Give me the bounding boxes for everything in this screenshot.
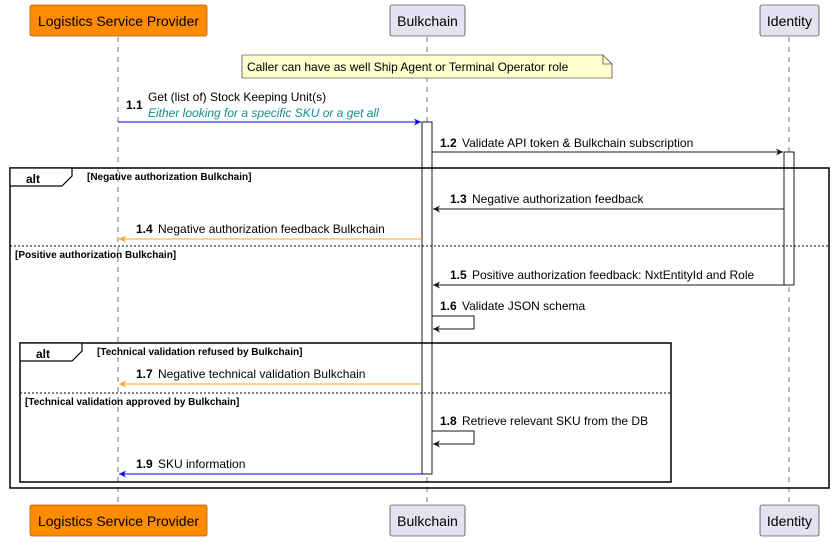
message-arrow	[432, 430, 475, 448]
frame-keyword: alt	[36, 347, 50, 361]
participant-label: Bulkchain	[397, 13, 458, 29]
message-number: 1.1	[126, 98, 143, 112]
participant-identity-top: Identity	[759, 4, 820, 37]
activation-identity	[783, 151, 795, 286]
message-text: Retrieve relevant SKU from the DB	[462, 414, 648, 428]
message-note: Either looking for a specific SKU or a g…	[148, 106, 379, 120]
message-text: Negative authorization feedback Bulkchai…	[158, 222, 385, 236]
message-1-7: 1.7 Negative technical validation Bulkch…	[119, 367, 422, 388]
activation-bulkchain	[421, 121, 433, 475]
message-1-6: 1.6 Validate JSON schema	[432, 299, 585, 333]
frame-guard-negative: [Negative authorization Bulkchain]	[87, 172, 251, 183]
participant-label: Logistics Service Provider	[38, 513, 199, 529]
frame-keyword: alt	[26, 172, 40, 186]
message-arrow	[432, 315, 475, 333]
message-text: Get (list of) Stock Keeping Unit(s)	[148, 90, 326, 104]
message-number: 1.6	[440, 299, 457, 313]
frame-guard-refused: [Technical validation refused by Bulkcha…	[97, 347, 302, 358]
alt-frame-technical-validation: alt [Technical validation refused by Bul…	[19, 342, 672, 483]
frame-tab	[9, 167, 73, 187]
message-text: Negative authorization feedback	[472, 192, 644, 206]
participant-label: Logistics Service Provider	[38, 13, 199, 29]
message-1-1: 1.1 Get (list of) Stock Keeping Unit(s) …	[118, 90, 421, 126]
participant-lsp-top: Logistics Service Provider	[29, 4, 208, 37]
message-1-3: 1.3 Negative authorization feedback	[433, 192, 784, 213]
message-text: SKU information	[158, 457, 245, 471]
participant-label: Identity	[767, 513, 812, 529]
participant-bulkchain-top: Bulkchain	[389, 4, 466, 37]
message-1-9: 1.9 SKU information	[119, 457, 422, 478]
note-text: Caller can have as well Ship Agent or Te…	[247, 60, 569, 74]
message-text: Validate JSON schema	[462, 299, 585, 313]
message-1-5: 1.5 Positive authorization feedback: Nxt…	[433, 268, 784, 289]
frame-tab	[19, 342, 83, 362]
message-1-4: 1.4 Negative authorization feedback Bulk…	[119, 222, 422, 243]
participant-identity-bottom: Identity	[759, 504, 820, 537]
caller-role-note: Caller can have as well Ship Agent or Te…	[241, 54, 613, 79]
message-number: 1.7	[136, 367, 153, 381]
participant-label: Identity	[767, 13, 812, 29]
message-number: 1.8	[440, 414, 457, 428]
message-number: 1.3	[450, 192, 467, 206]
message-text: Positive authorization feedback: NxtEnti…	[472, 268, 754, 282]
message-1-2: 1.2 Validate API token & Bulkchain subsc…	[432, 136, 783, 156]
message-number: 1.4	[136, 222, 153, 236]
frame-guard-positive: [Positive authorization Bulkchain]	[15, 250, 176, 261]
message-text: Negative technical validation Bulkchain	[158, 367, 365, 381]
participant-label: Bulkchain	[397, 513, 458, 529]
message-number: 1.2	[440, 136, 457, 150]
message-number: 1.9	[136, 457, 153, 471]
message-text: Validate API token & Bulkchain subscript…	[462, 136, 693, 150]
sequence-diagram: Logistics Service Provider Bulkchain Ide…	[9, 4, 830, 537]
frame-border	[9, 167, 830, 489]
message-1-8: 1.8 Retrieve relevant SKU from the DB	[432, 414, 648, 448]
alt-frame-authorization: alt [Negative authorization Bulkchain] […	[9, 167, 830, 489]
frame-border	[19, 342, 672, 483]
message-number: 1.5	[450, 268, 467, 282]
participant-bulkchain-bottom: Bulkchain	[389, 504, 466, 537]
frame-guard-approved: [Technical validation approved by Bulkch…	[25, 397, 239, 408]
participant-lsp-bottom: Logistics Service Provider	[29, 504, 208, 537]
